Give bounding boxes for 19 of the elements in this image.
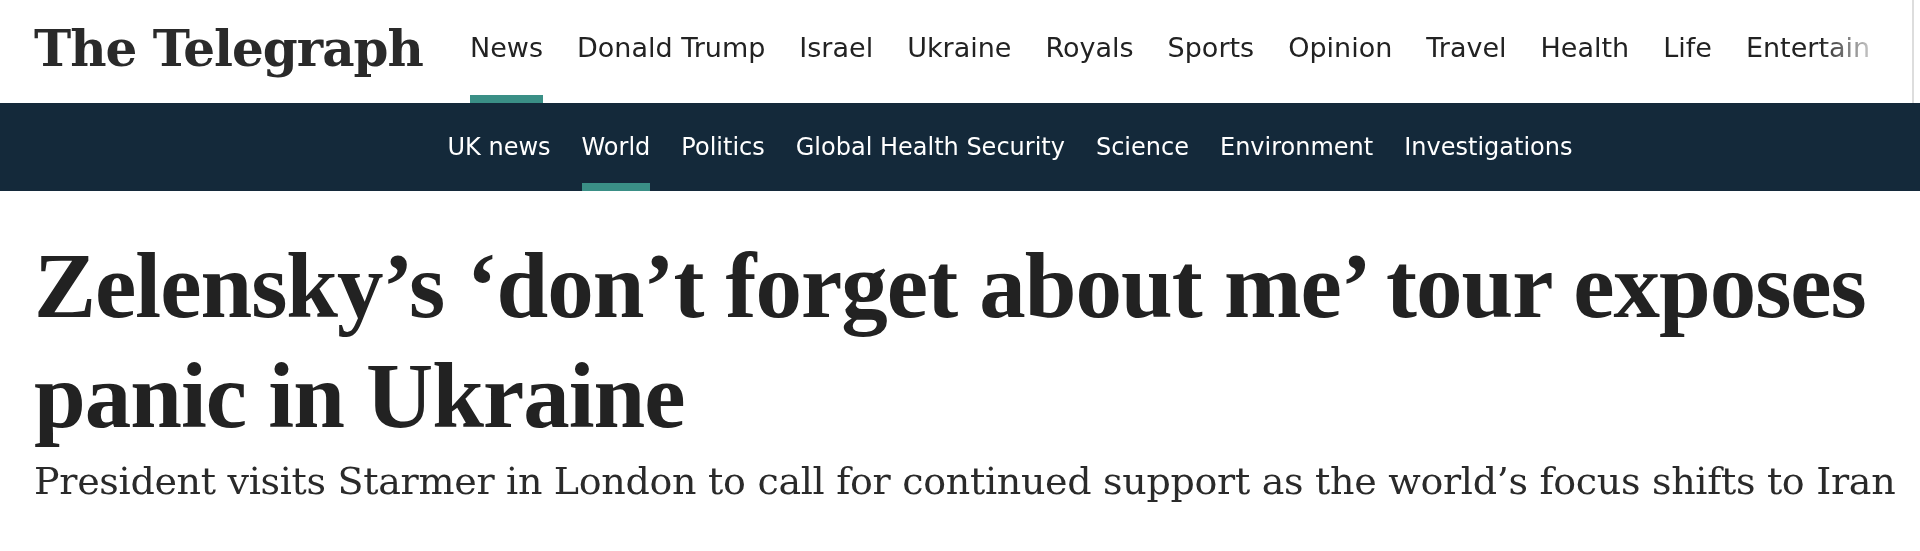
nav-link[interactable]: Life bbox=[1663, 0, 1712, 103]
nav-link[interactable]: Entertain bbox=[1745, 0, 1871, 103]
headline: Zelensky’s ‘don’t forget about me’ tour exposes panic in Ukraine bbox=[34, 233, 1867, 449]
section-link[interactable]: Investigations bbox=[1404, 103, 1573, 191]
nav-link[interactable]: Ukraine bbox=[907, 0, 1012, 103]
nav-link[interactable]: Opinion bbox=[1288, 0, 1393, 103]
section-link[interactable]: Environment bbox=[1220, 103, 1374, 191]
nav-link[interactable]: Health bbox=[1540, 0, 1630, 103]
telegraph-logo[interactable]: The Telegraph bbox=[34, 15, 434, 88]
nav-link[interactable]: Donald Trump bbox=[576, 0, 766, 103]
nav-link[interactable]: Israel bbox=[799, 0, 874, 103]
nav-link[interactable]: Royals bbox=[1045, 0, 1134, 103]
nav-link[interactable]: Sports bbox=[1167, 0, 1255, 103]
section-link[interactable]: Politics bbox=[681, 103, 765, 191]
section-link[interactable]: Science bbox=[1095, 103, 1189, 191]
section-link[interactable]: World bbox=[581, 103, 651, 191]
section-link[interactable]: Global Health Security bbox=[795, 103, 1065, 191]
section-link[interactable]: UK news bbox=[447, 103, 551, 191]
nav-link[interactable]: Travel bbox=[1426, 0, 1507, 103]
